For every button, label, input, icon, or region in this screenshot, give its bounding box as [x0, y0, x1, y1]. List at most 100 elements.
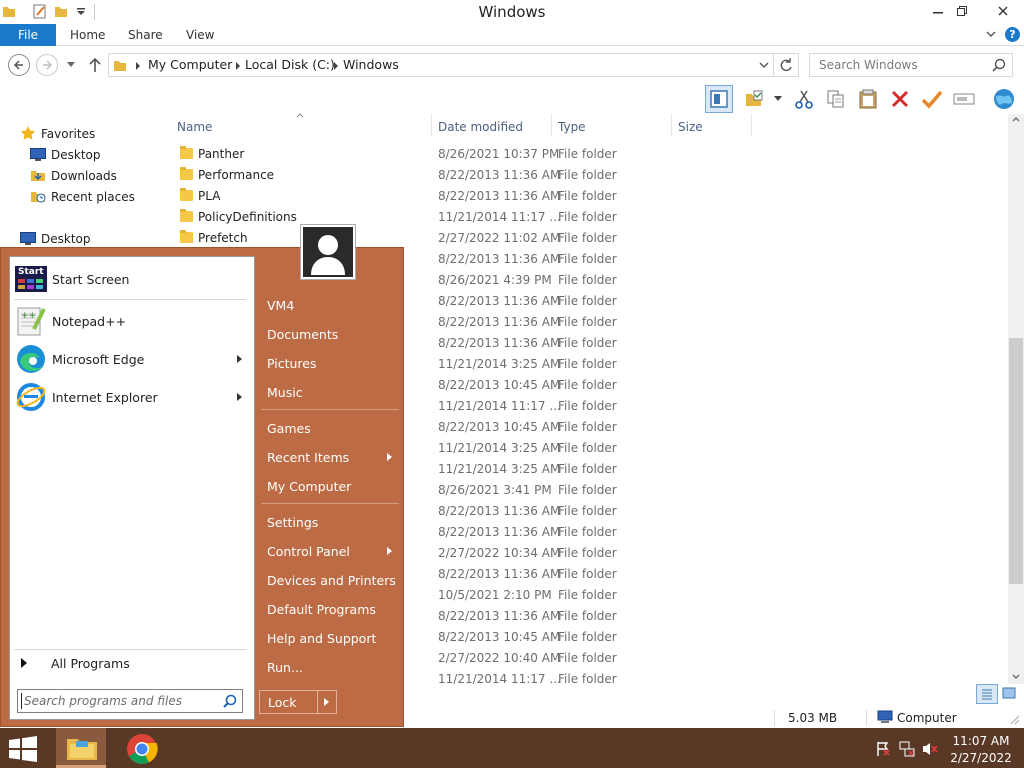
- start-link-vm4[interactable]: VM4: [267, 298, 294, 313]
- file-date: 11/21/2014 3:25 AM: [438, 357, 561, 371]
- start-search-input[interactable]: Search programs and files: [17, 689, 243, 713]
- file-type: File folder: [558, 567, 617, 581]
- network-icon[interactable]: [899, 741, 915, 757]
- start-link-music[interactable]: Music: [267, 385, 303, 400]
- status-location: Computer: [897, 711, 957, 725]
- file-date: 8/22/2013 11:36 AM: [438, 189, 561, 203]
- volume-muted-icon[interactable]: [922, 741, 938, 757]
- file-explorer-icon: [66, 733, 98, 761]
- chrome-icon[interactable]: [126, 733, 158, 765]
- file-name: PLA: [198, 189, 221, 203]
- file-date: 11/21/2014 11:17 ...: [438, 672, 561, 684]
- start-search-placeholder: Search programs and files: [24, 694, 182, 708]
- windows-start-icon[interactable]: [8, 736, 38, 762]
- file-date: 11/21/2014 3:25 AM: [438, 462, 561, 476]
- text-cursor: [21, 693, 22, 709]
- file-type: File folder: [558, 483, 617, 497]
- start-link-games[interactable]: Games: [267, 421, 311, 436]
- clock-time[interactable]: 11:07 AM: [950, 734, 1012, 748]
- folder-icon: [180, 188, 193, 201]
- program-label: Microsoft Edge: [52, 352, 145, 367]
- file-type: File folder: [558, 546, 617, 560]
- file-type: File folder: [558, 189, 617, 203]
- file-name: Panther: [198, 147, 245, 161]
- clock-date[interactable]: 2/27/2022: [950, 751, 1012, 765]
- file-type: File folder: [558, 336, 617, 350]
- scroll-up-icon[interactable]: [1012, 116, 1020, 122]
- program-internet-explorer[interactable]: Internet Explorer: [10, 379, 254, 417]
- program-microsoft-edge[interactable]: Microsoft Edge: [10, 341, 254, 379]
- start-link-help-and-support[interactable]: Help and Support: [267, 631, 376, 646]
- start-tile-label: Start: [18, 267, 44, 277]
- start-link-settings[interactable]: Settings: [267, 515, 318, 530]
- file-type: File folder: [558, 504, 617, 518]
- all-programs-button[interactable]: All Programs: [10, 655, 254, 679]
- large-icons-view-icon[interactable]: [1002, 687, 1016, 699]
- table-row[interactable]: PLA 8/22/2013 11:36 AM File folder: [0, 188, 1000, 209]
- program-notepad-plus-plus[interactable]: ++ Notepad++: [10, 303, 254, 341]
- file-name: PolicyDefinitions: [198, 210, 297, 224]
- user-picture: [303, 227, 353, 277]
- file-type: File folder: [558, 609, 617, 623]
- program-label: Start Screen: [52, 272, 130, 287]
- file-type: File folder: [558, 147, 617, 161]
- file-date: 8/22/2013 10:45 AM: [438, 420, 561, 434]
- action-center-flag-icon[interactable]: [876, 741, 890, 757]
- arrow-right-icon: [21, 658, 27, 668]
- file-type: File folder: [558, 420, 617, 434]
- table-row[interactable]: Performance 8/22/2013 11:36 AM File folder: [0, 167, 1000, 188]
- start-link-my-computer[interactable]: My Computer: [267, 479, 351, 494]
- file-type: File folder: [558, 651, 617, 665]
- folder-icon: [180, 209, 193, 222]
- edge-icon: [16, 344, 46, 374]
- program-start-screen[interactable]: Start Start Screen: [10, 261, 254, 299]
- file-type: File folder: [558, 462, 617, 476]
- file-type: File folder: [558, 378, 617, 392]
- start-link-control-panel[interactable]: Control Panel: [267, 544, 350, 559]
- folder-icon: [180, 230, 193, 243]
- file-type: File folder: [558, 273, 617, 287]
- vertical-scrollbar[interactable]: [1008, 114, 1024, 684]
- file-type: File folder: [558, 294, 617, 308]
- file-date: 8/22/2013 10:45 AM: [438, 378, 561, 392]
- folder-icon: [180, 167, 193, 180]
- file-name: Prefetch: [198, 231, 248, 245]
- user-avatar[interactable]: [300, 224, 356, 280]
- taskbar-file-explorer[interactable]: [56, 728, 106, 768]
- status-divider: [866, 710, 867, 726]
- scroll-thumb[interactable]: [1009, 338, 1023, 584]
- start-menu: Start Start Screen ++ Notepad++ Microsof…: [0, 224, 404, 727]
- scroll-down-icon[interactable]: [1012, 674, 1020, 680]
- lock-button[interactable]: Lock: [259, 690, 337, 714]
- notepad-plus-plus-icon: ++: [16, 305, 46, 337]
- start-screen-icon: Start: [15, 266, 47, 292]
- start-programs-pane: Start Start Screen ++ Notepad++ Microsof…: [9, 256, 255, 720]
- file-date: 8/22/2013 10:45 AM: [438, 630, 561, 644]
- lock-options-arrow-icon[interactable]: [324, 698, 329, 706]
- submenu-arrow-icon: [237, 393, 242, 401]
- file-type: File folder: [558, 630, 617, 644]
- file-date: 8/26/2021 4:39 PM: [438, 273, 552, 287]
- start-link-run[interactable]: Run...: [267, 660, 303, 675]
- start-link-recent-items[interactable]: Recent Items: [267, 450, 349, 465]
- file-type: File folder: [558, 525, 617, 539]
- table-row[interactable]: Panther 8/26/2021 10:37 PM File folder: [0, 146, 1000, 167]
- start-link-pictures[interactable]: Pictures: [267, 356, 317, 371]
- program-label: Notepad++: [52, 314, 127, 329]
- file-type: File folder: [558, 168, 617, 182]
- start-link-default-programs[interactable]: Default Programs: [267, 602, 376, 617]
- file-type: File folder: [558, 588, 617, 602]
- start-link-devices-and-printers[interactable]: Devices and Printers: [267, 573, 396, 588]
- table-row[interactable]: PolicyDefinitions 11/21/2014 11:17 ... Fil…: [0, 209, 1000, 230]
- file-type: File folder: [558, 315, 617, 329]
- start-link-documents[interactable]: Documents: [267, 327, 338, 342]
- folder-icon: [180, 146, 193, 159]
- file-date: 8/22/2013 11:36 AM: [438, 252, 561, 266]
- lock-label: Lock: [268, 695, 297, 710]
- search-icon[interactable]: [223, 694, 237, 708]
- details-view-icon[interactable]: [976, 684, 998, 704]
- file-date: 8/26/2021 10:37 PM: [438, 147, 560, 161]
- resize-grip-icon[interactable]: [1008, 713, 1020, 725]
- computer-icon: [877, 710, 893, 724]
- file-date: 8/22/2013 11:36 AM: [438, 609, 561, 623]
